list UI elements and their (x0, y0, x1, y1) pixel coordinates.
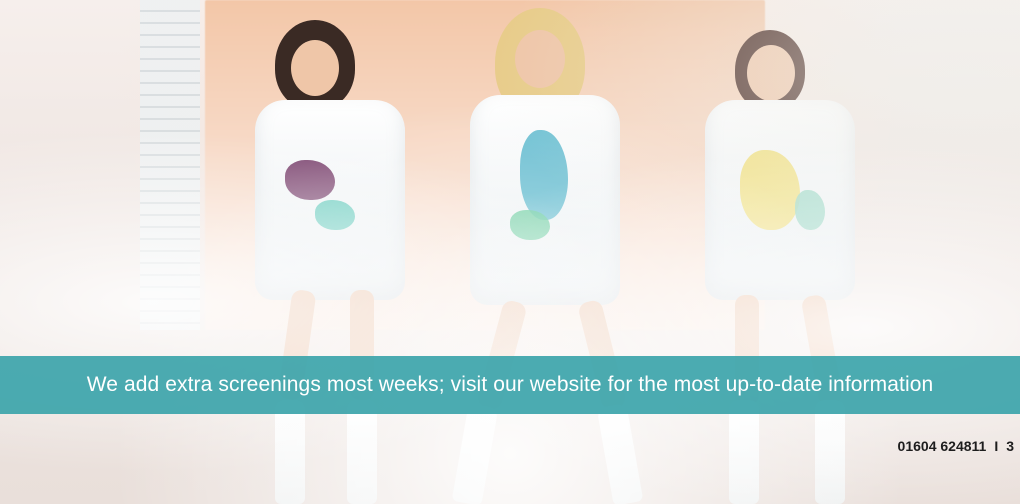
hero-photo (0, 0, 1020, 504)
footer-contact: 01604 624811 I 3 (898, 438, 1014, 454)
page-number: 3 (1006, 438, 1014, 454)
phone-number: 01604 624811 (897, 438, 987, 454)
banner-text: We add extra screenings most weeks; visi… (86, 373, 934, 396)
brochure-page: We add extra screenings most weeks; visi… (0, 0, 1020, 504)
info-banner: We add extra screenings most weeks; visi… (0, 356, 1020, 414)
footer-separator: I (994, 438, 999, 454)
stage-smoke (0, 0, 1020, 504)
